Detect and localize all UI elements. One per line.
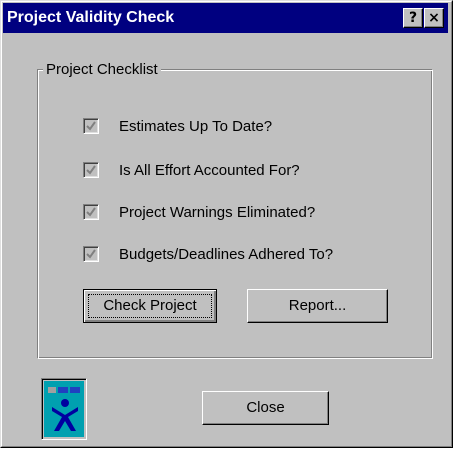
checkbox[interactable] xyxy=(83,246,99,262)
checkbox[interactable] xyxy=(83,204,99,220)
checklist-item-label: Project Warnings Eliminated? xyxy=(119,204,316,221)
close-label: Close xyxy=(246,399,285,416)
app-icon-graphic xyxy=(44,381,84,437)
window-close-button[interactable]: × xyxy=(424,8,444,28)
title-bar[interactable]: Project Validity Check ? × xyxy=(3,3,448,33)
report-button[interactable]: Report... xyxy=(247,289,388,323)
help-button[interactable]: ? xyxy=(403,8,423,28)
project-validity-dialog: Project Validity Check ? × Project Check… xyxy=(0,0,453,448)
checkbox[interactable] xyxy=(83,118,99,134)
person-project-icon xyxy=(41,378,87,440)
window-title: Project Validity Check xyxy=(7,9,175,26)
check-mark-icon xyxy=(86,249,96,259)
check-mark-icon xyxy=(86,207,96,217)
checklist-item-label: Is All Effort Accounted For? xyxy=(119,162,300,179)
check-mark-icon xyxy=(86,165,96,175)
checkbox[interactable] xyxy=(83,162,99,178)
checklist-item-label: Estimates Up To Date? xyxy=(119,118,273,135)
report-label: Report... xyxy=(288,297,347,314)
check-mark-icon xyxy=(86,121,96,131)
checklist-item-label: Budgets/Deadlines Adhered To? xyxy=(119,246,334,263)
group-title: Project Checklist xyxy=(43,61,161,78)
close-button[interactable]: Close xyxy=(202,391,329,425)
check-project-button[interactable]: Check Project xyxy=(83,289,217,323)
check-project-label: Check Project xyxy=(103,297,197,314)
